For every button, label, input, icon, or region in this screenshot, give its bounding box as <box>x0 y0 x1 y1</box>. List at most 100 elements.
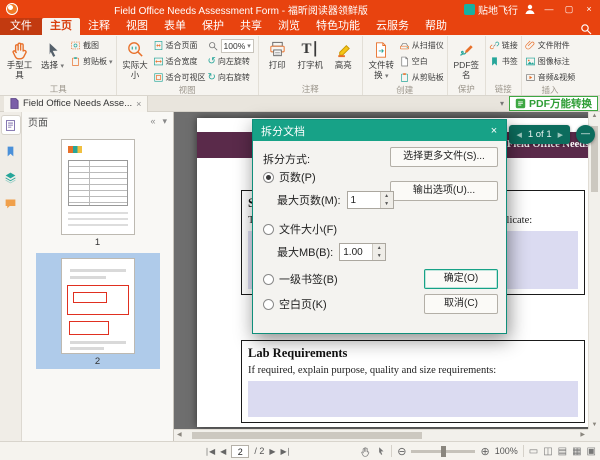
radio-top-bookmark-label[interactable]: 一级书签(B) <box>279 271 338 287</box>
from-clipboard-button[interactable]: 从剪贴板 <box>398 70 445 85</box>
zoom-slider[interactable] <box>411 450 475 453</box>
navigator-collapse-button[interactable]: — <box>576 125 595 144</box>
typewriter-button[interactable]: T∣ 打字机 <box>294 38 327 71</box>
actual-size-button[interactable]: 实际大小 <box>119 38 152 80</box>
sidebar-comments-icon[interactable] <box>2 194 20 212</box>
radio-blank-page-label[interactable]: 空白页(K) <box>279 296 327 312</box>
file-convert-button[interactable]: 文件转换 ▾ <box>365 38 398 81</box>
print-button[interactable]: 打印 <box>261 38 294 71</box>
horizontal-scrollbar[interactable]: ◀ ▶ <box>174 429 588 441</box>
minimize-button[interactable]: — <box>542 2 556 16</box>
from-scanner-button[interactable]: 从扫描仪 <box>398 38 445 53</box>
tab-list-dropdown-icon[interactable]: ▾ <box>495 99 509 108</box>
max-mb-value[interactable]: 1.00 <box>340 244 372 260</box>
status-hand-icon[interactable] <box>360 446 371 457</box>
zoom-slider-thumb[interactable] <box>441 446 446 457</box>
tab-help[interactable]: 帮助 <box>417 18 455 35</box>
tab-form[interactable]: 表单 <box>156 18 194 35</box>
tab-features[interactable]: 特色功能 <box>308 18 368 35</box>
radio-top-bookmark[interactable] <box>263 274 274 285</box>
scroll-left-icon[interactable]: ◀ <box>177 430 182 441</box>
bookmark-button[interactable]: 书签 <box>488 54 519 69</box>
file-attachment-button[interactable]: 文件附件 <box>524 38 576 53</box>
max-pages-spin-down-icon[interactable]: ▼ <box>381 200 393 208</box>
next-page-button[interactable]: ▶ <box>269 447 275 456</box>
previous-page-button[interactable]: ◀ <box>220 447 226 456</box>
close-button[interactable]: × <box>582 2 596 16</box>
radio-file-size[interactable] <box>263 224 274 235</box>
last-page-button[interactable]: ▶∣ <box>280 447 290 456</box>
hand-tool-button[interactable]: 手型工具 <box>3 38 36 80</box>
cancel-button[interactable]: 取消(C) <box>424 294 498 314</box>
page-thumbnail-1[interactable]: 1 <box>36 134 160 250</box>
select-tool-button[interactable]: 选择 ▾ <box>36 38 69 72</box>
tab-close-icon[interactable]: × <box>136 99 141 109</box>
max-mb-spin-up-icon[interactable]: ▲ <box>373 244 385 252</box>
highlight-button[interactable]: 高亮 <box>327 38 360 71</box>
sidebar-bookmarks-icon[interactable] <box>2 142 20 160</box>
promo-button[interactable]: 贴地飞行 <box>464 2 518 17</box>
zoom-combobox[interactable]: 100%▾ <box>207 38 256 53</box>
radio-page-count-label[interactable]: 页数(P) <box>279 169 316 185</box>
vertical-scrollbar[interactable]: ▲ ▼ <box>588 112 600 429</box>
scroll-down-icon[interactable]: ▼ <box>589 422 600 428</box>
maximize-button[interactable]: ▢ <box>562 2 576 16</box>
panel-collapse-icon[interactable]: « <box>150 116 155 127</box>
max-pages-value[interactable]: 1 <box>348 192 380 208</box>
zoom-in-button[interactable]: ⊕ <box>480 445 489 458</box>
continuous-view-icon[interactable]: ▤ <box>558 446 567 457</box>
panel-menu-icon[interactable]: ▾ <box>162 116 167 127</box>
page-number-input[interactable]: 2 <box>231 445 249 458</box>
page-navigator-popup[interactable]: ◀ 1 of 1 ▶ <box>509 125 570 144</box>
facing-view-icon[interactable]: ◫ <box>543 446 552 457</box>
single-page-view-icon[interactable]: ▭ <box>529 446 538 457</box>
page-thumbnail-2[interactable]: 2 <box>36 253 160 369</box>
link-button[interactable]: 链接 <box>488 38 519 53</box>
tab-protect[interactable]: 保护 <box>194 18 232 35</box>
ok-button[interactable]: 确定(O) <box>424 269 498 289</box>
fit-width-button[interactable]: 适合宽度 <box>152 54 207 69</box>
tab-comment[interactable]: 注释 <box>80 18 118 35</box>
pdf-sign-button[interactable]: PDF签名 <box>450 38 483 80</box>
blank-page-button[interactable]: 空白 <box>398 54 445 69</box>
rotate-left-button[interactable]: ↺ 向左旋转 <box>207 54 256 69</box>
tab-view[interactable]: 视图 <box>118 18 156 35</box>
clipboard-button[interactable]: 剪贴板 ▾ <box>69 54 114 69</box>
document-tab[interactable]: Field Office Needs Asse... × <box>4 96 148 112</box>
fit-page-button[interactable]: 适合页面 <box>152 38 207 53</box>
horizontal-scroll-thumb[interactable] <box>192 432 422 439</box>
max-mb-spinner[interactable]: 1.00 ▲ ▼ <box>339 243 386 261</box>
image-annotation-button[interactable]: 图像标注 <box>524 54 576 69</box>
tab-home[interactable]: 主页 <box>42 18 80 35</box>
search-icon[interactable] <box>580 23 592 35</box>
max-pages-spin-up-icon[interactable]: ▲ <box>381 192 393 200</box>
rotate-right-button[interactable]: ↻ 向右旋转 <box>207 70 256 85</box>
sidebar-layers-icon[interactable] <box>2 168 20 186</box>
output-options-button[interactable]: 输出选项(U)... <box>390 181 498 201</box>
radio-page-count[interactable] <box>263 172 274 183</box>
max-pages-spinner[interactable]: 1 ▲ ▼ <box>347 191 394 209</box>
tab-share[interactable]: 共享 <box>232 18 270 35</box>
scroll-right-icon[interactable]: ▶ <box>580 430 585 441</box>
dialog-close-icon[interactable]: × <box>482 125 506 137</box>
status-select-icon[interactable] <box>376 446 386 456</box>
tab-cloud[interactable]: 云服务 <box>368 18 417 35</box>
navigator-prev-icon[interactable]: ◀ <box>516 131 521 139</box>
first-page-button[interactable]: ∣◀ <box>205 447 215 456</box>
pdf-convert-button[interactable]: PDF万能转换 <box>509 96 598 111</box>
radio-file-size-label[interactable]: 文件大小(F) <box>279 221 337 237</box>
scroll-up-icon[interactable]: ▲ <box>589 113 600 119</box>
sidebar-pages-icon[interactable] <box>2 116 20 134</box>
tab-browse[interactable]: 浏览 <box>270 18 308 35</box>
max-mb-spin-down-icon[interactable]: ▼ <box>373 252 385 260</box>
dialog-titlebar[interactable]: 拆分文档 × <box>253 120 506 141</box>
zoom-out-button[interactable]: ⊖ <box>397 445 406 458</box>
fullscreen-icon[interactable]: ▣ <box>587 446 596 457</box>
lab-requirements-form-field[interactable] <box>248 381 578 417</box>
snapshot-button[interactable]: 截图 <box>69 38 114 53</box>
fit-visible-button[interactable]: 适合可视区 <box>152 70 207 85</box>
user-icon[interactable] <box>524 3 536 15</box>
file-menu-button[interactable]: 文件 <box>0 18 42 35</box>
select-more-files-button[interactable]: 选择更多文件(S)... <box>390 147 498 167</box>
audio-video-button[interactable]: 音频&视频 <box>524 70 576 85</box>
